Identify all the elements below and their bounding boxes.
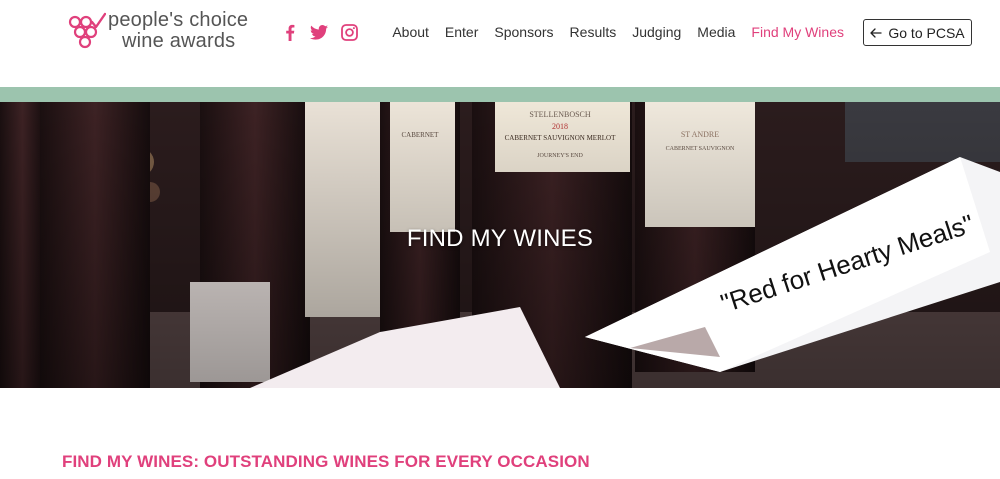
instagram-icon — [340, 23, 358, 41]
main-nav: About Enter Sponsors Results Judging Med… — [384, 24, 852, 40]
logo-wordmark: people's choice wine awards — [108, 10, 248, 52]
hero-banner: STELLENBOSCH 2018 CABERNET SAUVIGNON MER… — [0, 102, 1000, 388]
bottle-right-varietal-text: CABERNET SAUVIGNON — [666, 146, 735, 152]
go-to-pcsa-button[interactable]: Go to PCSA — [863, 19, 972, 46]
go-to-pcsa-label: Go to PCSA — [888, 24, 965, 41]
bottle-sub-text: JOURNEY'S END — [537, 153, 583, 159]
twitter-icon — [310, 24, 328, 40]
bottle-right-name-text: ST ANDRE — [681, 130, 719, 139]
grape-logo-icon — [68, 12, 106, 49]
arrow-left-icon — [870, 27, 883, 38]
logo-line-1: people's choice — [108, 9, 249, 31]
section-heading: FIND MY WINES: OUTSTANDING WINES FOR EVE… — [62, 452, 590, 471]
bottle-varietal-text: CABERNET SAUVIGNON MERLOT — [505, 134, 616, 142]
bottle-region-text: STELLENBOSCH — [529, 110, 591, 119]
nav-sponsors[interactable]: Sponsors — [486, 24, 561, 40]
site-logo[interactable]: people's choice wine awards — [68, 10, 258, 54]
instagram-link[interactable] — [339, 22, 359, 42]
nav-judging[interactable]: Judging — [624, 24, 689, 40]
facebook-link[interactable] — [280, 22, 300, 42]
logo-line-2: wine awards — [122, 30, 236, 52]
accent-band — [0, 87, 1000, 102]
nav-find-my-wines[interactable]: Find My Wines — [743, 24, 852, 40]
twitter-link[interactable] — [309, 22, 329, 42]
nav-media[interactable]: Media — [689, 24, 743, 40]
bottle-year-text: 2018 — [552, 122, 568, 131]
bottle-left-text: CABERNET — [402, 131, 440, 139]
facebook-icon — [286, 24, 295, 41]
hero-title: FIND MY WINES — [406, 225, 594, 252]
nav-results[interactable]: Results — [562, 24, 625, 40]
nav-about[interactable]: About — [384, 24, 437, 40]
nav-enter[interactable]: Enter — [437, 24, 486, 40]
site-header: people's choice wine awards About Enter … — [0, 0, 1000, 87]
